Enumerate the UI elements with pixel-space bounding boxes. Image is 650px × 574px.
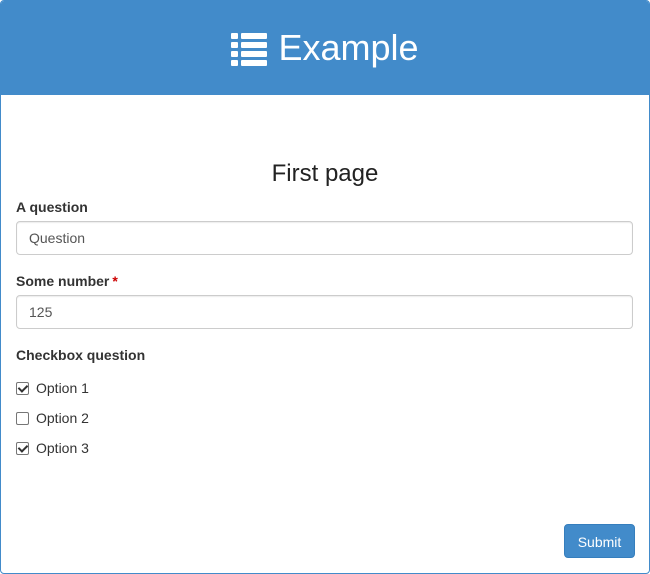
checkbox-option-1[interactable]: Option 1 (16, 378, 89, 398)
checkbox-option-3-label: Option 3 (36, 440, 89, 456)
checkbox-question-label: Checkbox question (16, 347, 146, 363)
checkbox-option-2[interactable]: Option 2 (16, 408, 89, 428)
checkbox-option-1-label: Option 1 (36, 380, 89, 396)
list-icon (231, 32, 268, 66)
number-label-text: Some number (16, 273, 110, 289)
form-panel: Example First page A question Some numbe… (0, 0, 650, 574)
checkbox-option-2-box[interactable] (16, 411, 29, 425)
checkbox-option-2-label: Option 2 (36, 410, 89, 426)
question-label: A question (16, 199, 88, 215)
number-input[interactable] (16, 295, 633, 329)
checkbox-option-1-box[interactable] (16, 381, 29, 395)
checkbox-option-3[interactable]: Option 3 (16, 438, 89, 458)
form-header: Example (1, 1, 649, 95)
number-label: Some number * (16, 272, 118, 290)
submit-button[interactable]: Submit (564, 524, 635, 558)
required-marker: * (112, 273, 118, 289)
checkbox-option-3-box[interactable] (16, 441, 29, 455)
page-title: First page (271, 160, 379, 187)
question-input[interactable] (16, 221, 633, 255)
form-title: Example (278, 27, 419, 68)
